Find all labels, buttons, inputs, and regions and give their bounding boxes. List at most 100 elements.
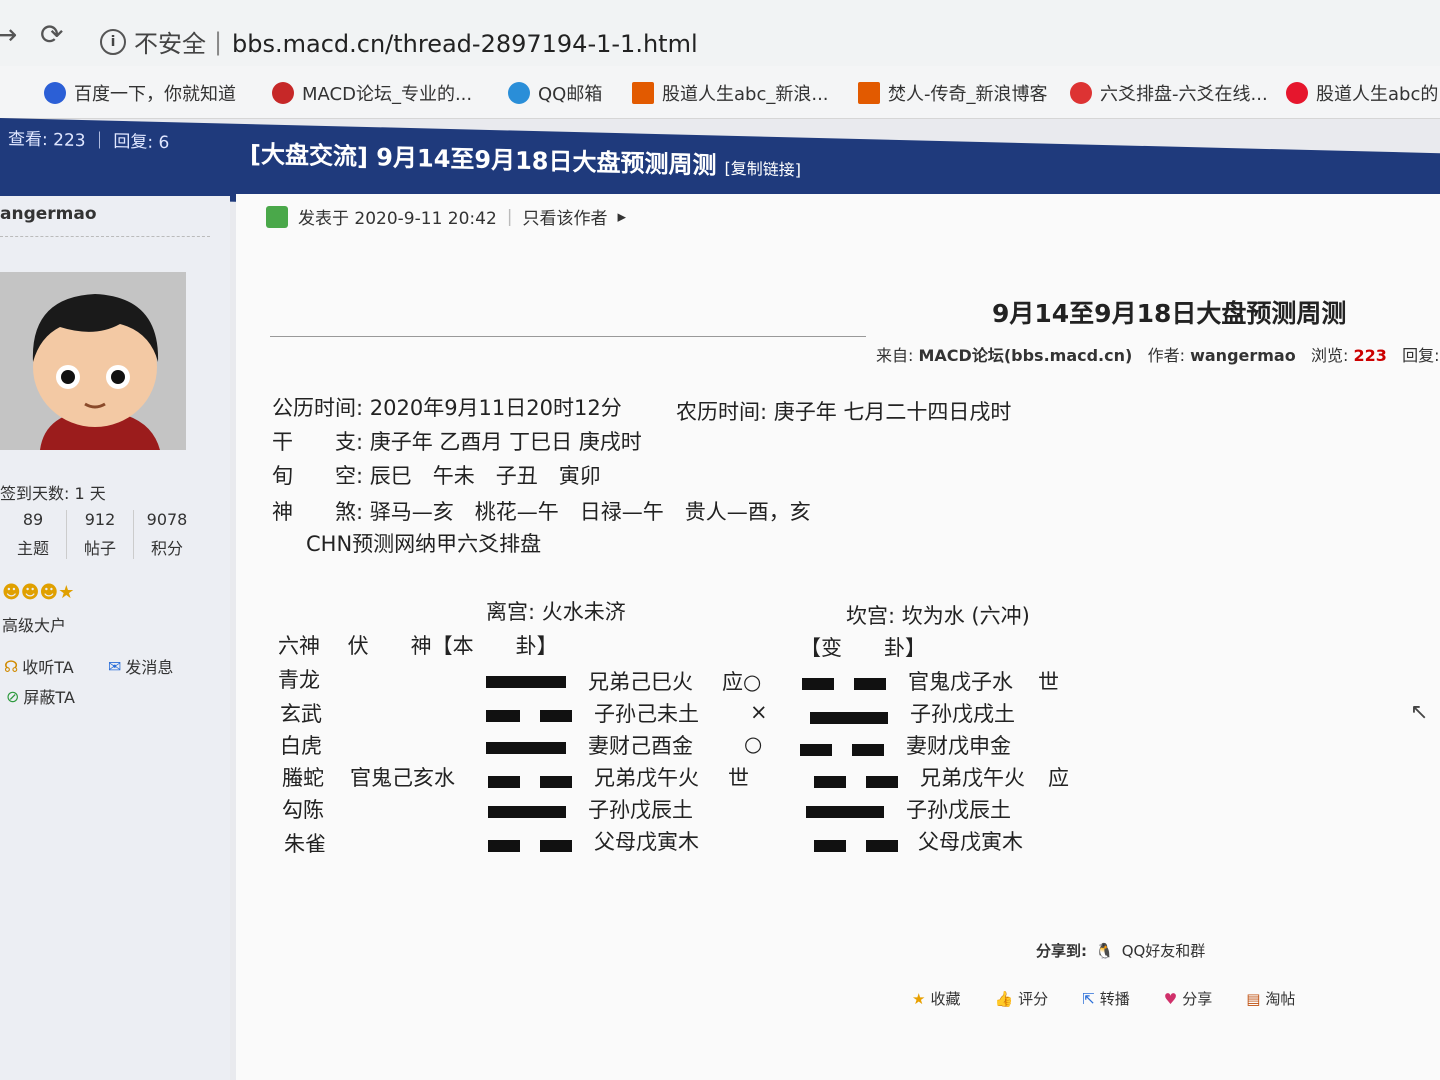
follow-button[interactable]: ☊ 收听TA (4, 654, 74, 678)
yang-line (486, 742, 566, 754)
post-source: 来自: MACD论坛(bbs.macd.cn) 作者: wangermao 浏览… (876, 342, 1440, 366)
security-indicator[interactable]: i 不安全 | (100, 24, 222, 59)
stat-label: 帖子 (83, 539, 116, 558)
title-rule (270, 336, 866, 337)
line-mark: ○ (744, 732, 763, 756)
share-label: 分享 (1182, 990, 1213, 1008)
bookmark-fenren[interactable]: 焚人-传奇_新浪博客 (858, 80, 1048, 106)
bookmark-liuyao[interactable]: 六爻排盘-六爻在线... (1070, 80, 1268, 106)
main-line-label: 兄弟戊午火 (594, 766, 699, 790)
mouse-cursor-icon: ↖ (1410, 700, 1429, 725)
line-mark: 应○ (722, 670, 762, 694)
copy-link[interactable]: [复制链接] (725, 159, 802, 180)
qq-penguin-icon: 🐧 (1095, 941, 1114, 960)
bookmark-label: MACD论坛_专业的... (302, 84, 473, 105)
security-label: 不安全 (134, 30, 206, 58)
favorite-button[interactable]: ★ 收藏 (912, 988, 960, 1009)
stat-label: 积分 (150, 539, 183, 558)
stat-topics[interactable]: 89 主题 (0, 510, 67, 559)
avatar-cartoon-icon (0, 272, 186, 450)
yin-line-left (814, 840, 846, 852)
changed-line-label: 兄弟戊午火 (920, 766, 1025, 790)
yang-line (810, 712, 888, 724)
block-label: 屏蔽TA (23, 688, 75, 707)
share-to-label: 分享到: (1036, 942, 1087, 960)
sina-blog-icon (632, 82, 654, 104)
thread-title: [大盘交流] 9月14至9月18日大盘预测周测 [复制链接] (250, 134, 801, 182)
yin-line-right (540, 776, 572, 788)
author-value[interactable]: wangermao (1190, 346, 1296, 365)
stat-value: 89 (22, 510, 44, 529)
block-icon: ⊘ (6, 686, 20, 706)
yin-line-left (800, 744, 832, 756)
stat-points[interactable]: 9078 积分 (134, 510, 200, 559)
source-value[interactable]: MACD论坛(bbs.macd.cn) (919, 346, 1133, 365)
changed-line-label: 官鬼戊子水 (908, 670, 1013, 694)
main-line-label: 父母戊寅木 (594, 830, 699, 854)
collect-label: 淘帖 (1265, 990, 1296, 1008)
bookmark-sina-blog[interactable]: 股道人生abc_新浪... (632, 80, 829, 106)
stat-posts[interactable]: 912 帖子 (67, 510, 134, 559)
table-header-left: 六神 伏 神【本 卦】 (278, 634, 558, 658)
source-prefix: 来自: (876, 346, 914, 365)
main-line-label: 子孙己未土 (594, 702, 699, 726)
views-prefix: 浏览: (1310, 346, 1349, 365)
changed-mark: 世 (1038, 670, 1059, 694)
share-button[interactable]: ♥ 分享 (1164, 988, 1212, 1009)
bookmark-macd[interactable]: MACD论坛_专业的... (272, 80, 472, 106)
six-god: 青龙 (278, 668, 320, 692)
main-line-label: 妻财己酉金 (588, 734, 693, 758)
heart-icon: ♥ (1163, 989, 1178, 1008)
mail-icon: ✉ (108, 656, 122, 676)
taiji-icon (1070, 82, 1092, 104)
repost-button[interactable]: ⇱ 转播 (1082, 988, 1130, 1009)
main-line-label: 兄弟己巳火 (588, 670, 693, 694)
six-god: 勾陈 (282, 798, 324, 822)
post-title: 9月14至9月18日大盘预测周测 (992, 299, 1347, 328)
divider (0, 236, 210, 237)
collect-post-button[interactable]: ▤ 淘帖 (1246, 988, 1295, 1009)
bookmark-qqmail[interactable]: QQ邮箱 (508, 80, 602, 106)
yang-line (486, 676, 566, 688)
lunar-time: 农历时间: 庚子年 七月二十四日戌时 (676, 400, 1012, 424)
avatar[interactable] (0, 272, 186, 450)
weibo-icon (1286, 82, 1308, 104)
yang-line (806, 806, 884, 818)
yin-line-left (488, 840, 520, 852)
bookmark-baidu[interactable]: 百度一下，你就知道 (44, 80, 236, 106)
sina-blog-icon (858, 82, 880, 104)
author-name[interactable]: angermao (0, 204, 97, 224)
left-palace: 离宫: 火水未济 (486, 600, 626, 624)
send-message-button[interactable]: ✉ 发消息 (108, 654, 173, 678)
post-time: 发表于 2020-9-11 20:42 (298, 209, 497, 229)
right-palace: 坎宫: 坎为水 (六冲) (846, 604, 1030, 628)
repost-label: 转播 (1099, 990, 1130, 1008)
forward-icon[interactable]: → (0, 18, 17, 51)
line-mark: × (750, 700, 768, 724)
bookmark-weibo[interactable]: 股道人生abc的 (1286, 80, 1438, 106)
follow-icon: ☊ (4, 656, 19, 676)
yin-line-right (540, 840, 572, 852)
share-bar: 分享到: 🐧 QQ好友和群 (1036, 940, 1205, 961)
solar-time: 公历时间: 2020年9月11日20时12分 (272, 396, 622, 420)
rate-button[interactable]: 👍 评分 (994, 988, 1048, 1009)
share-qq-link[interactable]: QQ好友和群 (1122, 940, 1206, 961)
stat-value: 912 (84, 510, 116, 529)
main-line-label: 子孙戊辰土 (588, 798, 693, 822)
address-bar[interactable]: bbs.macd.cn/thread-2897194-1-1.html (232, 30, 698, 58)
reload-icon[interactable]: ⟳ (40, 18, 63, 51)
stat-value: 9078 (146, 510, 188, 529)
level-medals-icon: ☻☻☻★ (2, 582, 75, 603)
yin-line-right (866, 840, 898, 852)
six-god: 螣蛇 (282, 766, 324, 790)
block-button[interactable]: ⊘ 屏蔽TA (6, 684, 75, 708)
url-divider: | (214, 27, 223, 56)
play-arrow-icon: ▸ (617, 206, 627, 227)
thread-title-text: [大盘交流] 9月14至9月18日大盘预测周测 (250, 140, 717, 180)
view-count: 查看: 223 (8, 129, 86, 152)
changed-line-label: 子孙戊戌土 (910, 702, 1015, 726)
only-author-link[interactable]: 只看该作者 (523, 204, 608, 229)
bookmark-label: 股道人生abc的 (1316, 84, 1439, 105)
yang-line (488, 806, 566, 818)
checkin-days: 签到天数: 1 天 (0, 484, 106, 503)
